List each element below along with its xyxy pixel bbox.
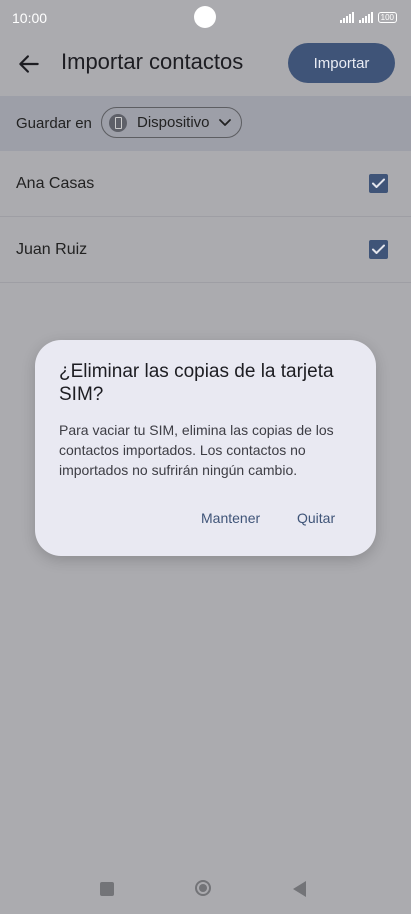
- status-icons: 100: [339, 12, 397, 23]
- status-time: 10:00: [12, 10, 48, 26]
- remove-sim-copies-dialog: ¿Eliminar las copias de la tarjeta SIM? …: [35, 340, 376, 556]
- app-bar: Importar contactos Importar: [0, 36, 411, 94]
- page-title: Importar contactos: [61, 49, 244, 74]
- back-arrow-icon[interactable]: [16, 51, 42, 77]
- camera-cutout: [194, 6, 216, 28]
- import-button[interactable]: Importar: [288, 43, 395, 83]
- save-location-label: Guardar en: [16, 115, 92, 132]
- contact-row[interactable]: Juan Ruiz: [0, 217, 411, 283]
- contact-name: Juan Ruiz: [16, 241, 88, 258]
- home-icon[interactable]: [195, 880, 211, 896]
- save-location-row: Guardar en Dispositivo: [0, 96, 411, 151]
- remove-button[interactable]: Quitar: [297, 510, 335, 526]
- dialog-title: ¿Eliminar las copias de la tarjeta SIM?: [59, 361, 334, 405]
- checkbox-checked-icon[interactable]: [369, 240, 388, 259]
- recents-icon[interactable]: [100, 882, 114, 896]
- battery-icon: 100: [377, 12, 397, 23]
- screen: 10:00 100 Importar contactos Importar Gu…: [0, 0, 411, 914]
- dialog-body: Para vaciar tu SIM, elimina las copias d…: [59, 422, 334, 478]
- phone-icon: [109, 113, 127, 132]
- signal-icon-2: [358, 12, 373, 23]
- save-location-dropdown[interactable]: Dispositivo: [101, 107, 242, 138]
- back-nav-icon[interactable]: [293, 881, 306, 897]
- contact-row[interactable]: Ana Casas: [0, 151, 411, 217]
- status-bar: 10:00 100: [0, 0, 411, 36]
- signal-icon: [339, 12, 354, 23]
- chevron-down-icon: [218, 118, 231, 126]
- keep-button[interactable]: Mantener: [201, 510, 260, 526]
- checkbox-checked-icon[interactable]: [369, 174, 388, 193]
- contact-name: Ana Casas: [16, 175, 95, 192]
- save-location-value: Dispositivo: [137, 114, 210, 131]
